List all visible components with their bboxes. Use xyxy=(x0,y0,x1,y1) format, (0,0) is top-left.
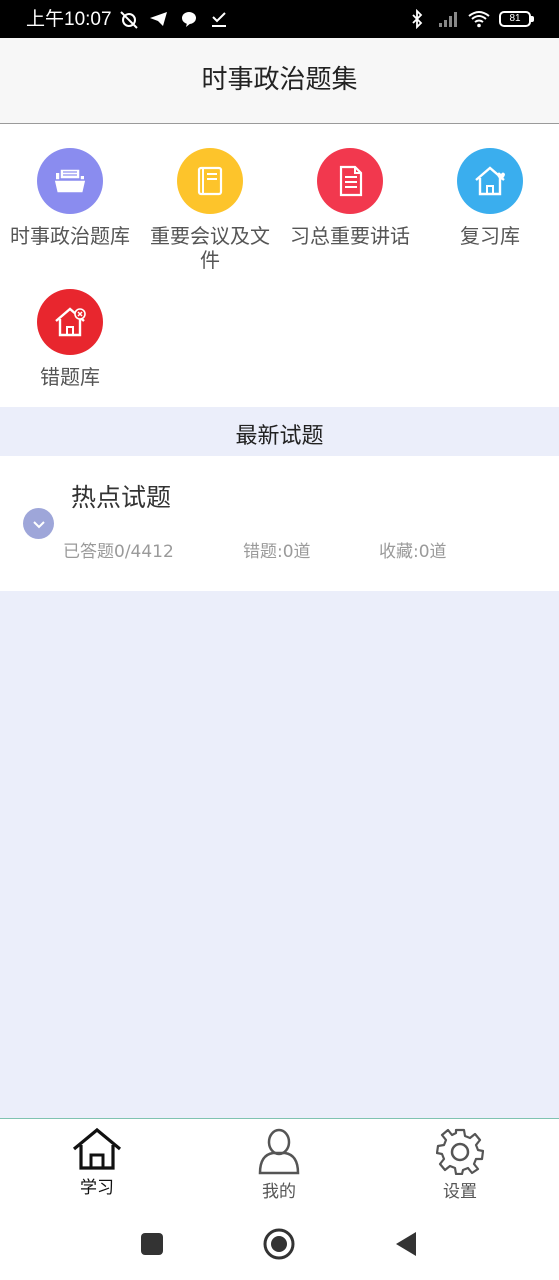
category-item-current-affairs[interactable]: 时事政治题库 xyxy=(0,148,140,248)
tab-settings[interactable]: 设置 xyxy=(400,1127,520,1202)
wrong-count: 错题:0道 xyxy=(243,542,311,562)
section-header: 最新试题 xyxy=(0,407,559,456)
tab-label: 设置 xyxy=(443,1182,477,1202)
home-icon xyxy=(72,1127,122,1170)
battery-indicator: 81 xyxy=(499,11,534,27)
favorites-count: 收藏:0道 xyxy=(379,542,447,562)
system-nav-bar xyxy=(0,1208,559,1280)
bottom-tab-bar: 学习 我的 设置 xyxy=(0,1118,559,1208)
tab-mine[interactable]: 我的 xyxy=(219,1127,339,1202)
telegram-icon xyxy=(150,12,167,26)
download-done-icon xyxy=(212,12,226,27)
bluetooth-icon xyxy=(412,9,423,29)
status-system-icons: 81 xyxy=(406,9,534,29)
back-button[interactable] xyxy=(394,1230,418,1258)
alarm-off-icon xyxy=(120,11,138,29)
tab-label: 我的 xyxy=(262,1182,296,1202)
category-label: 错题库 xyxy=(40,365,100,389)
document-icon xyxy=(317,148,383,214)
category-label: 习总重要讲话 xyxy=(290,224,410,248)
status-notification-icons xyxy=(118,9,230,29)
chat-bubble-icon xyxy=(182,12,196,27)
tab-study[interactable]: 学习 xyxy=(37,1127,157,1198)
category-label: 重要会议及文件 xyxy=(150,224,270,272)
status-bar: 上午10:07 81 xyxy=(0,0,559,38)
user-icon xyxy=(258,1128,300,1175)
recents-button[interactable] xyxy=(140,1232,164,1256)
title-bar: 时事政治题集 xyxy=(0,38,559,124)
signal-icon xyxy=(439,12,457,27)
category-item-speeches[interactable]: 习总重要讲话 xyxy=(280,148,420,248)
category-item-meetings[interactable]: 重要会议及文件 xyxy=(140,148,280,272)
category-grid: 时事政治题库 重要会议及文件 习总重要讲话 复习库 错题库 xyxy=(0,124,559,407)
tab-label: 学习 xyxy=(80,1178,114,1198)
book-icon xyxy=(177,148,243,214)
gear-icon xyxy=(436,1128,484,1175)
home-heart-icon xyxy=(457,148,523,214)
status-time: 上午10:07 xyxy=(26,9,112,30)
category-item-wrong-answers[interactable]: 错题库 xyxy=(0,289,140,389)
answered-count: 已答题0/4412 xyxy=(63,542,174,562)
category-item-review[interactable]: 复习库 xyxy=(420,148,559,248)
home-x-icon xyxy=(37,289,103,355)
home-button[interactable] xyxy=(263,1228,295,1260)
wifi-icon xyxy=(468,11,490,28)
exam-card[interactable]: 热点试题 已答题0/4412 错题:0道 收藏:0道 xyxy=(0,456,559,591)
category-label: 复习库 xyxy=(460,224,520,248)
chevron-down-icon[interactable] xyxy=(23,508,54,539)
page-title: 时事政治题集 xyxy=(201,65,358,95)
folder-icon xyxy=(37,148,103,214)
section-title: 最新试题 xyxy=(235,424,324,449)
exam-name: 热点试题 xyxy=(71,483,172,512)
category-label: 时事政治题库 xyxy=(10,224,130,248)
